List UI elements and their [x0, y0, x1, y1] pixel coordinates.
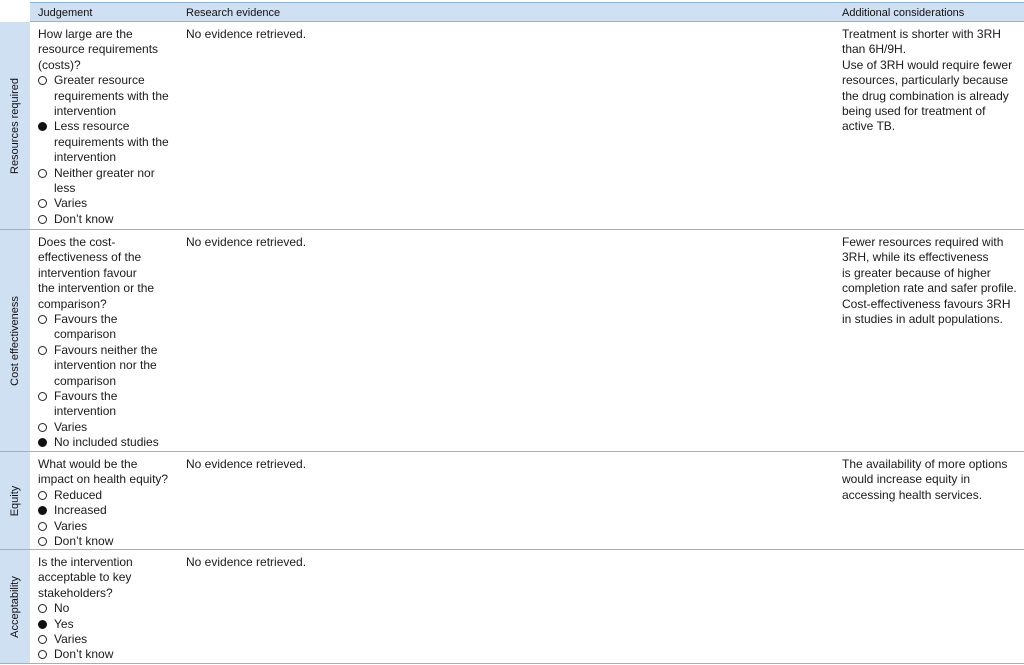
row-label: Acceptability — [9, 575, 21, 638]
judgement-option[interactable]: No included studies — [38, 435, 176, 450]
option-label: Don’t know — [54, 647, 114, 662]
option-label: Varies — [54, 518, 88, 533]
option-label: Less resource requirements with the inte… — [54, 119, 169, 165]
judgement-option[interactable]: Favours neither the intervention nor the… — [38, 343, 176, 389]
judgement-option[interactable]: Don’t know — [38, 647, 176, 662]
radio-circle-icon[interactable] — [38, 537, 47, 547]
radio-circle-icon[interactable] — [38, 422, 47, 432]
option-label: Favours the comparison — [54, 312, 118, 342]
radio-circle-icon[interactable] — [38, 392, 47, 402]
radio-circle-icon[interactable] — [38, 168, 47, 178]
judgement-cell: Is the intervention acceptable to key st… — [38, 555, 176, 663]
radio-circle-icon[interactable] — [38, 604, 47, 614]
header-band: Judgement Research evidence Additional c… — [30, 2, 1024, 22]
judgement-option[interactable]: No — [38, 601, 176, 616]
judgement-option[interactable]: Varies — [38, 420, 176, 435]
radio-circle-icon[interactable] — [38, 619, 47, 629]
table-row-acceptability: Acceptability Is the intervention accept… — [0, 550, 1024, 664]
option-label: Favours neither the intervention nor the… — [54, 342, 158, 388]
radio-circle-icon[interactable] — [38, 199, 47, 209]
radio-circle-icon[interactable] — [38, 521, 47, 531]
judgement-option[interactable]: Favours the comparison — [38, 312, 176, 343]
additional-considerations-cell: Treatment is shorter with 3RH than 6H/9H… — [842, 27, 1013, 134]
judgement-option[interactable]: Don’t know — [38, 212, 176, 227]
judgement-cell: How large are the resource requirements … — [38, 27, 176, 227]
research-evidence-cell: No evidence retrieved. — [186, 555, 307, 569]
judgement-option[interactable]: Less resource requirements with the inte… — [38, 119, 176, 165]
additional-considerations-cell: The availability of more options would i… — [842, 457, 1008, 502]
row-side-label: Acceptability — [0, 550, 30, 663]
row-side-label: Equity — [0, 452, 30, 549]
judgement-option[interactable]: Neither greater nor less — [38, 166, 176, 197]
table-header: Judgement Research evidence Additional c… — [0, 0, 1024, 22]
row-side-label: Resources required — [0, 22, 30, 229]
option-label: Neither greater nor less — [54, 165, 155, 196]
row-label: Resources required — [9, 77, 21, 174]
option-label: Reduced — [54, 487, 103, 502]
judgement-option[interactable]: Varies — [38, 196, 176, 211]
row-label: Equity — [9, 485, 21, 516]
radio-circle-icon[interactable] — [38, 635, 47, 645]
header-corner — [0, 0, 30, 22]
table-row-equity: Equity What would be the impact on healt… — [0, 452, 1024, 550]
judgement-option[interactable]: Increased — [38, 503, 176, 518]
option-label: Don’t know — [54, 211, 114, 226]
radio-circle-icon[interactable] — [38, 438, 47, 448]
judgement-option[interactable]: Reduced — [38, 488, 176, 503]
option-label: Increased — [54, 503, 107, 518]
option-label: Favours the intervention — [54, 389, 118, 419]
radio-circle-icon[interactable] — [38, 122, 47, 132]
judgement-option[interactable]: Varies — [38, 519, 176, 534]
option-label: Varies — [54, 196, 88, 211]
header-judgement: Judgement — [38, 7, 93, 19]
header-additional-considerations: Additional considerations — [842, 7, 965, 19]
option-label: No included studies — [54, 435, 159, 450]
judgement-option[interactable]: Varies — [38, 632, 176, 647]
radio-circle-icon[interactable] — [38, 214, 47, 224]
judgement-option[interactable]: Greater resource requirements with the i… — [38, 73, 176, 119]
research-evidence-cell: No evidence retrieved. — [186, 27, 307, 41]
option-label: Varies — [54, 419, 88, 434]
radio-circle-icon[interactable] — [38, 76, 47, 86]
row-side-label: Cost effectiveness — [0, 230, 30, 451]
table-row-resources-required: Resources required How large are the res… — [0, 22, 1024, 230]
judgement-option[interactable]: Yes — [38, 617, 176, 632]
radio-circle-icon[interactable] — [38, 490, 47, 500]
judgement-question: Does the cost- effectiveness of the inte… — [38, 235, 155, 311]
radio-circle-icon[interactable] — [38, 506, 47, 516]
judgement-option[interactable]: Favours the intervention — [38, 389, 176, 420]
judgement-question: Is the intervention acceptable to key st… — [38, 555, 133, 600]
judgement-question: What would be the impact on health equit… — [38, 457, 169, 487]
radio-circle-icon[interactable] — [38, 315, 47, 325]
row-label: Cost effectiveness — [9, 295, 21, 386]
research-evidence-cell: No evidence retrieved. — [186, 235, 307, 249]
additional-considerations-cell: Fewer resources required with 3RH, while… — [842, 235, 1017, 327]
table-row-cost-effectiveness: Cost effectiveness Does the cost- effect… — [0, 230, 1024, 452]
judgement-cell: Does the cost- effectiveness of the inte… — [38, 235, 176, 451]
option-label: No — [54, 601, 70, 616]
evidence-to-decision-table: Judgement Research evidence Additional c… — [0, 0, 1024, 665]
option-label: Yes — [54, 616, 74, 631]
judgement-cell: What would be the impact on health equit… — [38, 457, 176, 549]
radio-circle-icon[interactable] — [38, 345, 47, 355]
option-label: Greater resource requirements with the i… — [54, 73, 169, 119]
judgement-option[interactable]: Don’t know — [38, 534, 176, 549]
header-research-evidence: Research evidence — [186, 7, 281, 19]
option-label: Varies — [54, 632, 88, 647]
research-evidence-cell: No evidence retrieved. — [186, 457, 307, 471]
radio-circle-icon[interactable] — [38, 650, 47, 660]
judgement-question: How large are the resource requirements … — [38, 27, 159, 72]
option-label: Don’t know — [54, 534, 114, 549]
